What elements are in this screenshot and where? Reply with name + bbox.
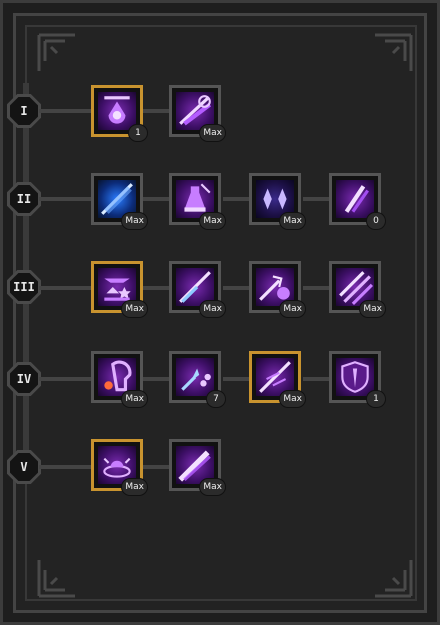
tier-marker-5: V [7, 450, 41, 484]
connector [303, 197, 331, 201]
skill-level-badge: 1 [366, 390, 386, 408]
ornament-top-right [373, 33, 413, 73]
skill-level-badge: Max [199, 300, 226, 318]
shard-burst-icon [176, 358, 214, 396]
skill-level-badge: Max [279, 390, 306, 408]
connector [303, 377, 331, 381]
skill-slot-t4-3[interactable]: Max [249, 351, 306, 408]
connector [39, 197, 93, 201]
skill-tree-panel: I II III IV V 1 Max Max Max Max 0 Max Ma… [0, 0, 440, 625]
connector [143, 465, 169, 469]
connector [39, 109, 93, 113]
tier-label: I [20, 104, 28, 118]
tier-label: III [13, 280, 35, 294]
skill-level-badge: Max [279, 300, 306, 318]
skill-slot-t5-2[interactable]: Max [169, 439, 226, 496]
skill-level-badge: Max [121, 478, 148, 496]
connector [143, 197, 169, 201]
skill-slot-t5-1[interactable]: Max [91, 439, 148, 496]
skill-slot-t3-3[interactable]: Max [249, 261, 306, 318]
connector [223, 197, 251, 201]
skill-level-badge: Max [121, 300, 148, 318]
skill-level-badge: Max [199, 212, 226, 230]
skill-level-badge: Max [199, 124, 226, 142]
skill-level-badge: Max [121, 390, 148, 408]
skill-slot-t3-1[interactable]: Max [91, 261, 148, 318]
skill-level-badge: Max [199, 478, 226, 496]
skill-slot-t4-1[interactable]: Max [91, 351, 148, 408]
skill-slot-t2-2[interactable]: Max [169, 173, 226, 230]
connector [39, 377, 93, 381]
skill-slot-t4-2[interactable]: 7 [169, 351, 226, 408]
skill-slot-t1-1[interactable]: 1 [91, 85, 148, 142]
tier-marker-2: II [7, 182, 41, 216]
tier-label: IV [16, 372, 32, 386]
ornament-bottom-right [373, 558, 413, 598]
connector [143, 377, 169, 381]
skill-level-badge: 0 [366, 212, 386, 230]
tier-label: II [16, 192, 32, 206]
connector [143, 286, 169, 290]
connector [143, 109, 169, 113]
skill-slot-t3-4[interactable]: Max [329, 261, 386, 318]
skill-slot-t2-1[interactable]: Max [91, 173, 148, 230]
connector [223, 286, 251, 290]
ornament-bottom-left [37, 558, 77, 598]
connector [39, 286, 93, 290]
arcane-shield-icon [336, 358, 374, 396]
ornament-top-left [37, 33, 77, 73]
skill-slot-t3-2[interactable]: Max [169, 261, 226, 318]
skill-slot-t2-3[interactable]: Max [249, 173, 306, 230]
connector [223, 377, 251, 381]
skill-level-badge: Max [359, 300, 386, 318]
rift-slash-icon [336, 180, 374, 218]
connector [303, 286, 331, 290]
skill-level-badge: Max [121, 212, 148, 230]
mana-potion-icon [98, 92, 136, 130]
skill-slot-t1-2[interactable]: Max [169, 85, 226, 142]
skill-level-badge: 1 [128, 124, 148, 142]
skill-slot-t4-4[interactable]: 1 [329, 351, 386, 408]
tier-marker-1: I [7, 94, 41, 128]
skill-level-badge: 7 [206, 390, 226, 408]
skill-level-badge: Max [279, 212, 306, 230]
tier-label: V [20, 460, 28, 474]
connector [39, 465, 93, 469]
skill-slot-t2-4[interactable]: 0 [329, 173, 386, 230]
tier-marker-4: IV [7, 362, 41, 396]
tier-marker-3: III [7, 270, 41, 304]
